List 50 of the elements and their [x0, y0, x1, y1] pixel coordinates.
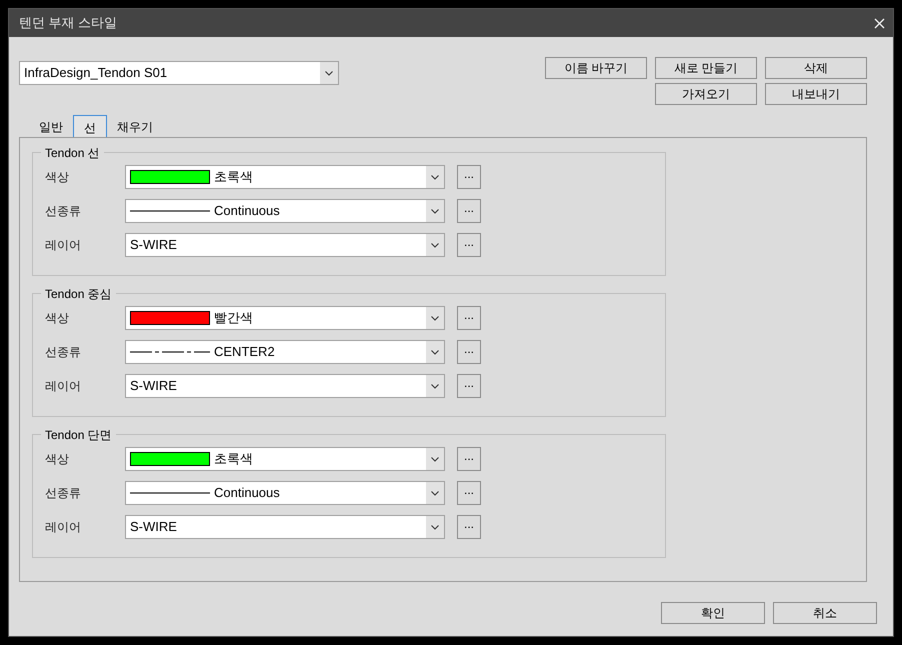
field-label: 색상: [45, 169, 70, 186]
dropdown-field[interactable]: Continuous: [125, 481, 445, 505]
field-label: 레이어: [45, 519, 82, 536]
toolbar-button[interactable]: 삭제: [765, 57, 867, 79]
dropdown-caret-icon: [431, 384, 439, 388]
dropdown-field[interactable]: Continuous: [125, 199, 445, 223]
field-label: 레이어: [45, 237, 82, 254]
dropdown-field[interactable]: 빨간색: [125, 306, 445, 330]
dropdown-field[interactable]: CENTER2: [125, 340, 445, 364]
toolbar-button[interactable]: 내보내기: [765, 83, 867, 105]
browse-button[interactable]: ...: [457, 515, 481, 539]
window-title: 텐던 부재 스타일: [19, 14, 118, 32]
dropdown-field[interactable]: S-WIRE: [125, 374, 445, 398]
browse-button[interactable]: ...: [457, 374, 481, 398]
dropdown-caret-icon: [431, 456, 439, 462]
close-icon[interactable]: [874, 18, 885, 28]
field-label: 선종류: [45, 203, 82, 220]
tab[interactable]: 일반: [29, 115, 73, 137]
field-label: 색상: [45, 451, 70, 468]
dropdown-caret-icon: [325, 70, 333, 76]
dropdown-field[interactable]: S-WIRE: [125, 233, 445, 257]
browse-button[interactable]: ...: [457, 233, 481, 257]
dropdown-caret-icon: [431, 350, 439, 354]
browse-button[interactable]: ...: [457, 447, 481, 471]
dropdown-caret-icon: [431, 174, 439, 180]
dropdown-caret-icon: [431, 490, 439, 496]
dialog-button[interactable]: 취소: [773, 602, 877, 624]
toolbar-button[interactable]: 새로 만들기: [655, 57, 757, 79]
tab[interactable]: 선: [73, 115, 107, 137]
style-dropdown[interactable]: InfraDesign_Tendon S01: [19, 61, 339, 85]
field-label: 선종류: [45, 344, 82, 361]
field-label: 색상: [45, 310, 70, 327]
dialog-button[interactable]: 확인: [661, 602, 765, 624]
dropdown-field[interactable]: 초록색: [125, 447, 445, 471]
dropdown-caret-icon: [431, 242, 439, 248]
dropdown-caret-icon: [431, 524, 439, 530]
field-label: 선종류: [45, 485, 82, 502]
dropdown-field[interactable]: 초록색: [125, 165, 445, 189]
browse-button[interactable]: ...: [457, 199, 481, 223]
tab[interactable]: 채우기: [107, 115, 163, 137]
dropdown-caret-icon: [431, 316, 439, 320]
toolbar-button[interactable]: 이름 바꾸기: [545, 57, 647, 79]
browse-button[interactable]: ...: [457, 481, 481, 505]
browse-button[interactable]: ...: [457, 306, 481, 330]
dropdown-caret-icon: [431, 208, 439, 214]
dropdown-field[interactable]: S-WIRE: [125, 515, 445, 539]
browse-button[interactable]: ...: [457, 165, 481, 189]
browse-button[interactable]: ...: [457, 340, 481, 364]
toolbar-button[interactable]: 가져오기: [655, 83, 757, 105]
field-label: 레이어: [45, 378, 82, 395]
